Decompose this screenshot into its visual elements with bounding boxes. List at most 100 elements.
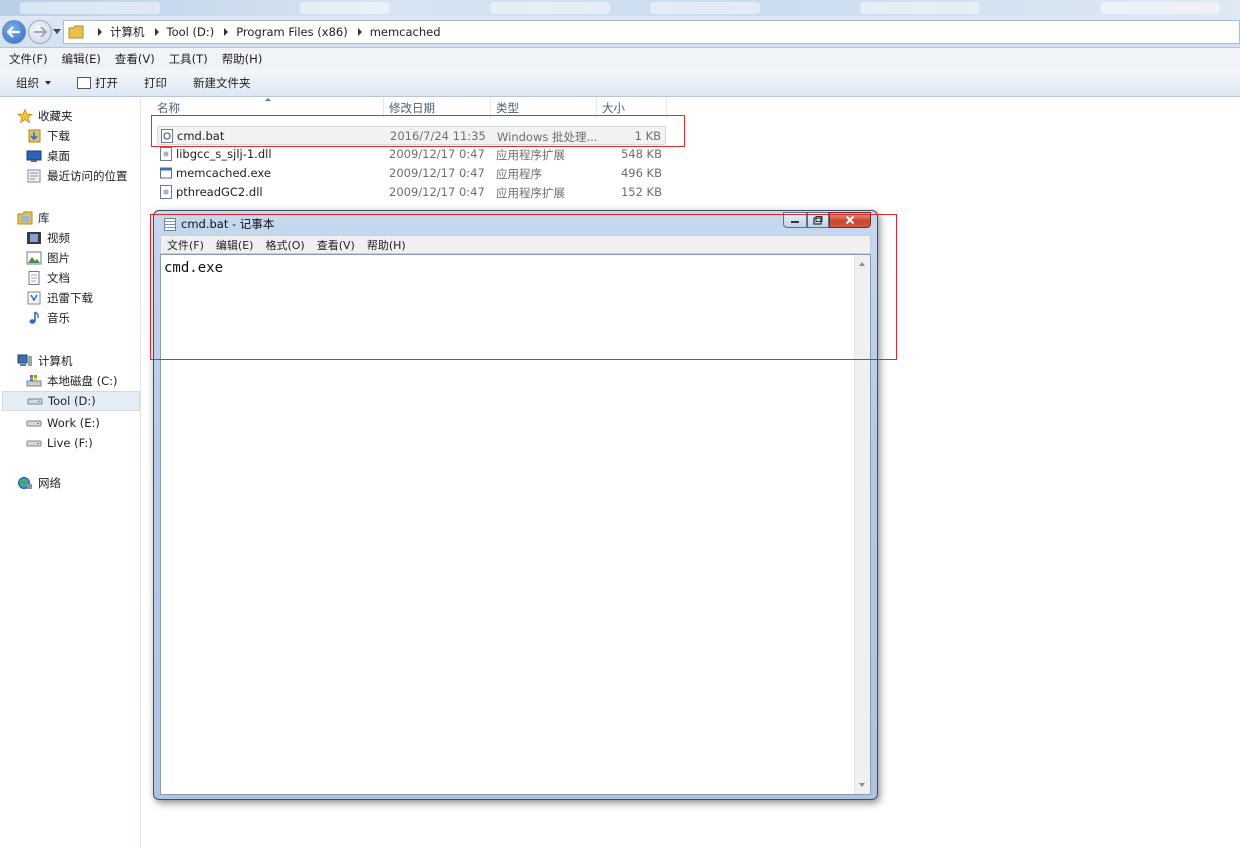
file-size: 496 KB: [620, 166, 662, 180]
organize-button[interactable]: 组织: [16, 75, 51, 91]
menu-help[interactable]: 帮助(H): [222, 51, 263, 67]
nav-item-label: 文档: [47, 271, 70, 285]
nav-item-label: Tool (D:): [48, 394, 96, 408]
open-button[interactable]: 打开: [77, 75, 118, 91]
address-bar[interactable]: 计算机 Tool (D:) Program Files (x86) memcac…: [63, 20, 1240, 44]
computer-icon: [17, 354, 33, 368]
nav-item-drive-c[interactable]: 本地磁盘 (C:): [0, 371, 140, 391]
nav-item-label: 本地磁盘 (C:): [47, 374, 118, 388]
command-toolbar: 组织 打开 打印 新建文件夹: [0, 70, 1240, 97]
back-button[interactable]: [2, 20, 26, 44]
video-icon: [26, 231, 42, 245]
nav-favorites[interactable]: 收藏夹: [0, 106, 140, 126]
star-icon: [16, 108, 34, 124]
breadcrumb-memcached[interactable]: memcached: [370, 25, 441, 39]
recent-pages-dropdown[interactable]: [53, 29, 61, 34]
chevron-down-icon: [45, 81, 51, 85]
file-type: 应用程序扩展: [496, 186, 565, 200]
drive-icon: [27, 394, 43, 408]
breadcrumb-computer[interactable]: 计算机: [110, 24, 145, 40]
menu-tools[interactable]: 工具(T): [169, 51, 208, 67]
file-size: 548 KB: [620, 147, 662, 161]
print-label: 打印: [144, 76, 167, 90]
network-icon: [17, 476, 33, 490]
nav-item-videos[interactable]: 视频: [0, 228, 140, 248]
breadcrumb-program-files[interactable]: Program Files (x86): [236, 25, 347, 39]
nav-item-downloads[interactable]: 下载: [0, 126, 140, 146]
nav-item-label: 图片: [47, 251, 70, 265]
breadcrumb-separator-icon: [98, 28, 102, 36]
document-icon: [26, 271, 42, 285]
nav-libraries[interactable]: 库: [0, 208, 140, 228]
folder-icon: [68, 25, 84, 39]
menu-edit[interactable]: 编辑(E): [62, 51, 101, 67]
breadcrumb: 计算机 Tool (D:) Program Files (x86) memcac…: [94, 24, 441, 40]
scroll-down-icon[interactable]: [859, 783, 865, 787]
menu-view[interactable]: 查看(V): [115, 51, 155, 67]
file-name: memcached.exe: [176, 166, 271, 180]
nav-item-label: 视频: [47, 231, 70, 245]
column-header-label: 修改日期: [389, 101, 435, 115]
highlight-box-file: [151, 115, 685, 147]
file-name: libgcc_s_sjlj-1.dll: [176, 147, 272, 161]
download-folder-icon: [26, 291, 42, 305]
file-row[interactable]: libgcc_s_sjlj-1.dll 2009/12/17 0:47 应用程序…: [157, 145, 666, 164]
breadcrumb-drive[interactable]: Tool (D:): [167, 25, 215, 39]
nav-item-documents[interactable]: 文档: [0, 268, 140, 288]
system-drive-icon: [26, 374, 42, 388]
column-header-label: 名称: [157, 101, 180, 115]
address-row: 计算机 Tool (D:) Program Files (x86) memcac…: [0, 16, 1240, 48]
arrow-right-icon: [34, 26, 47, 38]
exe-file-icon: [160, 166, 172, 180]
column-header-label: 类型: [496, 101, 519, 115]
nav-item-drive-f[interactable]: Live (F:): [0, 433, 140, 453]
forward-button[interactable]: [28, 20, 52, 44]
download-folder-icon: [26, 129, 42, 143]
file-name: pthreadGC2.dll: [176, 185, 263, 199]
navigation-pane: 收藏夹 下载 桌面 最近访问的位置 库 视频 图片 文档 迅雷下载 音乐 计算机…: [0, 98, 141, 848]
nav-item-music[interactable]: 音乐: [0, 308, 140, 328]
organize-label: 组织: [16, 76, 39, 90]
nav-computer-label: 计算机: [38, 354, 73, 368]
nav-item-label: 桌面: [47, 149, 70, 163]
nav-item-xunlei[interactable]: 迅雷下载: [0, 288, 140, 308]
file-row[interactable]: memcached.exe 2009/12/17 0:47 应用程序 496 K…: [157, 164, 666, 183]
nav-computer[interactable]: 计算机: [0, 351, 140, 371]
nav-item-pictures[interactable]: 图片: [0, 248, 140, 268]
menu-file[interactable]: 文件(F): [9, 51, 48, 67]
nav-item-label: Live (F:): [47, 436, 93, 450]
music-icon: [26, 311, 42, 325]
nav-item-label: 下载: [47, 129, 70, 143]
nav-item-drive-e[interactable]: Work (E:): [0, 413, 140, 433]
new-folder-button[interactable]: 新建文件夹: [193, 75, 251, 91]
browser-tab-strip: [0, 0, 1240, 16]
nav-network-label: 网络: [38, 476, 61, 490]
print-button[interactable]: 打印: [144, 75, 167, 91]
picture-icon: [26, 251, 42, 265]
nav-item-drive-d[interactable]: Tool (D:): [2, 391, 140, 411]
dll-file-icon: [160, 147, 172, 161]
drive-icon: [26, 416, 42, 430]
highlight-box-notepad: [150, 214, 897, 360]
open-icon: [77, 77, 91, 89]
nav-item-label: 最近访问的位置: [47, 169, 128, 183]
nav-item-desktop[interactable]: 桌面: [0, 146, 140, 166]
recent-places-icon: [26, 169, 42, 183]
file-row[interactable]: pthreadGC2.dll 2009/12/17 0:47 应用程序扩展 15…: [157, 183, 666, 202]
dll-file-icon: [160, 185, 172, 199]
breadcrumb-separator-icon: [357, 28, 362, 36]
file-type: 应用程序扩展: [496, 148, 565, 162]
arrow-left-icon: [7, 26, 20, 38]
breadcrumb-separator-icon: [224, 28, 229, 36]
file-date: 2009/12/17 0:47: [389, 147, 485, 161]
nav-favorites-label: 收藏夹: [38, 109, 73, 123]
breadcrumb-separator-icon: [154, 28, 159, 36]
nav-item-recent[interactable]: 最近访问的位置: [0, 166, 140, 186]
open-label: 打开: [95, 76, 118, 90]
nav-item-label: Work (E:): [47, 416, 100, 430]
new-folder-label: 新建文件夹: [193, 76, 251, 90]
explorer-menubar: 文件(F) 编辑(E) 查看(V) 工具(T) 帮助(H): [0, 48, 1240, 70]
nav-network[interactable]: 网络: [0, 473, 140, 493]
drive-icon: [26, 436, 42, 450]
nav-libraries-label: 库: [38, 211, 50, 225]
